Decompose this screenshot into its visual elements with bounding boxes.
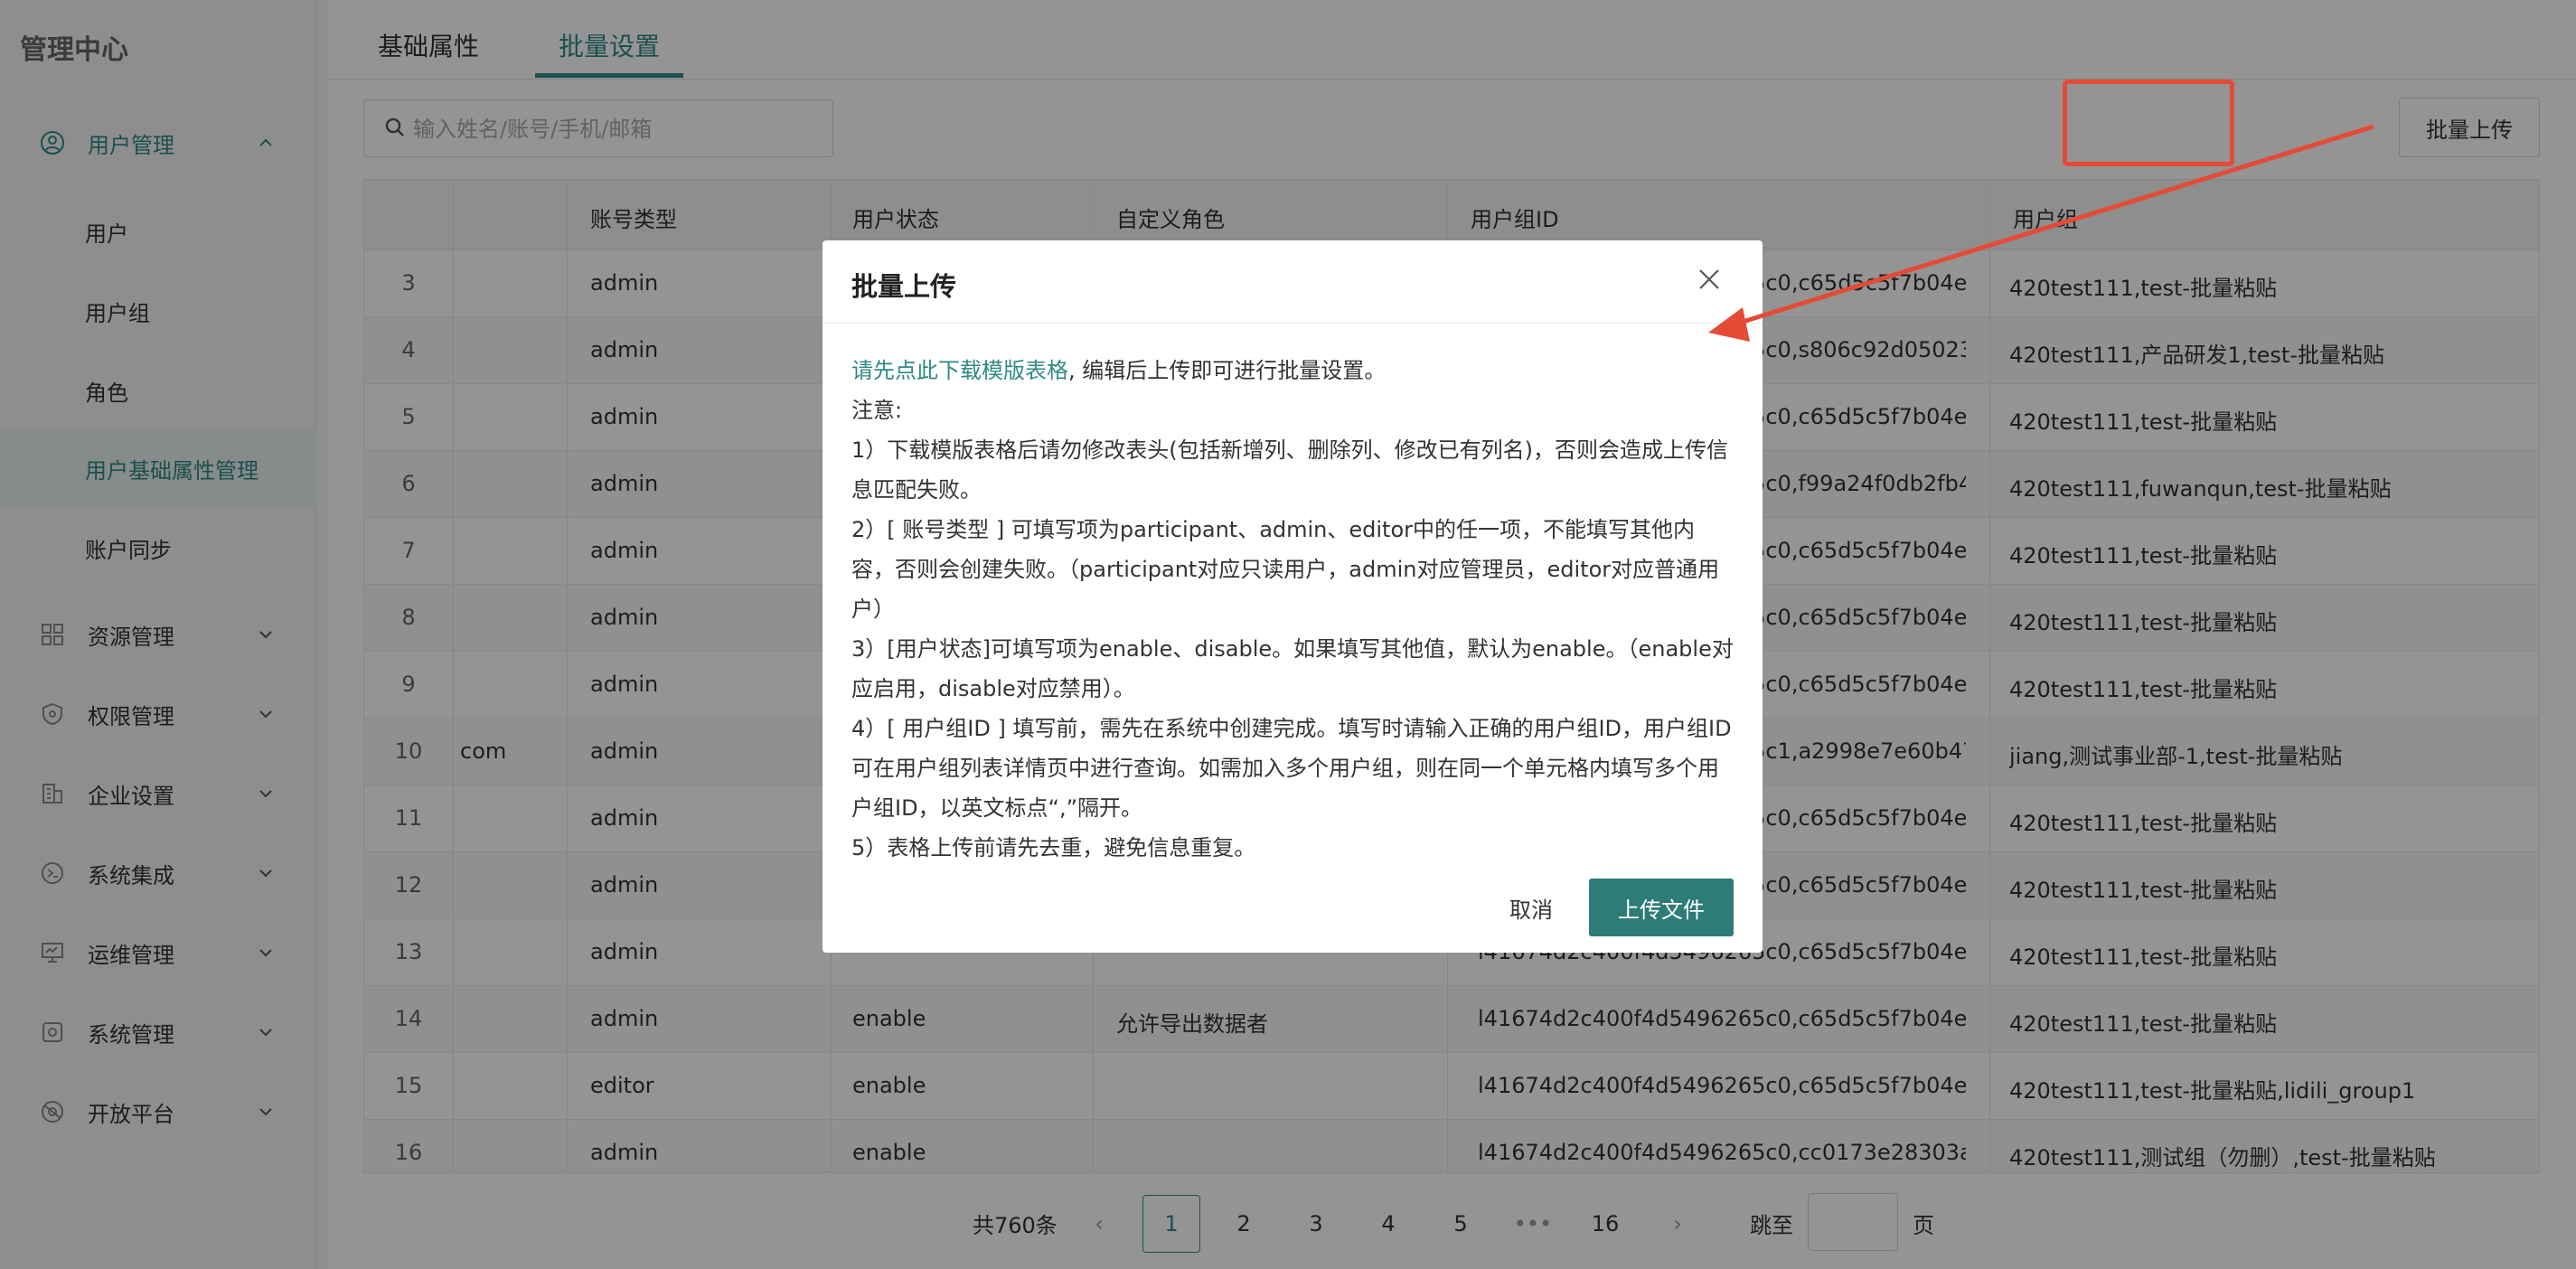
download-template-link[interactable]: 请先点此下载模版表格 (851, 358, 1068, 383)
note-item-4: 4）[ 用户组ID ] 填写前，需先在系统中创建完成。填写时请输入正确的用户组I… (851, 716, 1732, 821)
intro-text: , 编辑后上传即可进行批量设置。 (1068, 358, 1387, 383)
cancel-button[interactable]: 取消 (1468, 879, 1594, 936)
note-item-2: 2）[ 账号类型 ] 可填写项为participant、admin、editor… (851, 517, 1720, 622)
dialog-header: 批量上传 (823, 240, 1763, 324)
close-icon[interactable] (1696, 266, 1725, 295)
note-item-3: 3）[用户状态]可填写项为enable、disable。如果填写其他值，默认为e… (851, 636, 1734, 701)
annotation-highlight-box (2063, 80, 2234, 166)
upload-file-button[interactable]: 上传文件 (1589, 879, 1734, 936)
dialog-body: 请先点此下载模版表格, 编辑后上传即可进行批量设置。 注意: 1）下载模版表格后… (851, 351, 1737, 868)
note-item-1: 1）下载模版表格后请勿修改表头(包括新增列、删除列、修改已有列名)，否则会造成上… (851, 437, 1728, 503)
note-label: 注意: (851, 398, 903, 423)
dialog-title: 批量上传 (851, 271, 957, 302)
batch-upload-dialog: 批量上传 请先点此下载模版表格, 编辑后上传即可进行批量设置。 注意: 1）下载… (823, 240, 1763, 953)
note-item-5: 5）表格上传前请先去重，避免信息重复。 (851, 835, 1256, 860)
